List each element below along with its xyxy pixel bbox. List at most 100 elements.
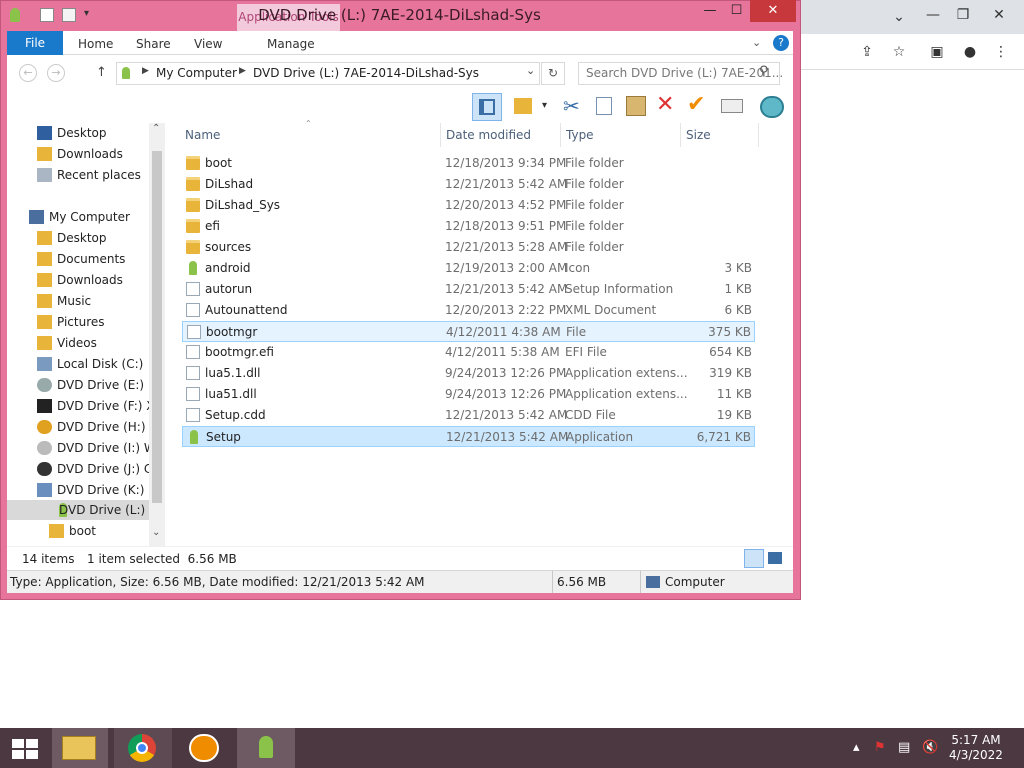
- details-text: Type: Application, Size: 6.56 MB, Date m…: [10, 575, 425, 589]
- nav-scrollbar[interactable]: ⌃ ⌄: [149, 123, 165, 546]
- sidepanel-icon[interactable]: ▣: [922, 37, 952, 67]
- tab-share[interactable]: Share: [136, 37, 171, 51]
- taskbar-android[interactable]: [237, 728, 295, 768]
- file-date: 12/20/2013 4:52 PM: [445, 198, 567, 212]
- clock[interactable]: 5:17 AM 4/3/2022: [946, 733, 1006, 763]
- menu-icon[interactable]: ⋮: [986, 37, 1016, 67]
- downloads-icon: [37, 147, 52, 161]
- ribbon-bar: [7, 31, 793, 55]
- maximize-button[interactable]: ☐: [723, 0, 750, 22]
- checkmark-icon[interactable]: ✔: [687, 92, 705, 117]
- back-button[interactable]: ←: [19, 64, 37, 82]
- action-center-icon[interactable]: ⚑: [874, 740, 886, 755]
- file-row[interactable]: autorun 12/21/2013 5:42 AM Setup Informati…: [182, 279, 755, 300]
- taskbar-media[interactable]: [177, 728, 233, 768]
- close-icon[interactable]: ✕: [984, 0, 1014, 30]
- file-row[interactable]: DiLshad 12/21/2013 5:42 AM File folder: [182, 174, 755, 195]
- scroll-thumb[interactable]: [152, 151, 162, 503]
- up-button[interactable]: ↑: [96, 65, 107, 80]
- file-name: DiLshad_Sys: [205, 198, 281, 212]
- tab-manage[interactable]: Manage: [267, 37, 315, 51]
- file-row[interactable]: lua5.1.dll 9/24/2013 12:26 PM Application …: [182, 363, 755, 384]
- file-row[interactable]: lua51.dll 9/24/2013 12:26 PM Application e…: [182, 384, 755, 405]
- computer-icon: [646, 576, 660, 588]
- minimize-button[interactable]: —: [697, 0, 723, 22]
- file-name: Setup: [206, 430, 241, 444]
- folder-options-icon[interactable]: [514, 98, 532, 114]
- tray-expand-icon[interactable]: ▴: [853, 740, 860, 755]
- file-row[interactable]: Setup 12/21/2013 5:42 AM Application 6,721 …: [182, 426, 755, 447]
- preview-pane-button[interactable]: [472, 93, 502, 121]
- column-separator[interactable]: [560, 123, 561, 147]
- file-row[interactable]: Autounattend 12/20/2013 2:22 PM XML Docume…: [182, 300, 755, 321]
- profile-icon[interactable]: ●: [955, 37, 985, 67]
- file-row[interactable]: sources 12/21/2013 5:28 AM File folder: [182, 237, 755, 258]
- minimize-icon[interactable]: —: [918, 0, 948, 30]
- col-type[interactable]: Type: [566, 128, 594, 142]
- chevron-down-icon[interactable]: ⌄: [884, 2, 914, 32]
- tab-file[interactable]: File: [7, 31, 63, 55]
- taskbar-chrome[interactable]: [114, 728, 172, 768]
- col-size[interactable]: Size: [686, 128, 711, 142]
- search-placeholder: Search DVD Drive (L:) 7AE-201...: [586, 66, 784, 80]
- scroll-down-icon[interactable]: ⌄: [152, 527, 160, 538]
- file-date: 12/19/2013 2:00 AM: [445, 261, 568, 275]
- divider: [552, 571, 553, 593]
- star-icon[interactable]: ☆: [884, 37, 914, 67]
- file-type: EFI File: [565, 345, 607, 359]
- col-date-modified[interactable]: Date modified: [446, 128, 531, 142]
- file-type: Setup Information: [565, 282, 674, 296]
- file-size: 11 KB: [716, 387, 752, 401]
- large-icons-view-button[interactable]: [768, 552, 782, 564]
- divider: [640, 571, 641, 593]
- videos-icon: [37, 336, 52, 350]
- tab-home[interactable]: Home: [78, 37, 113, 51]
- help-icon[interactable]: ?: [773, 35, 789, 51]
- restore-icon[interactable]: ❐: [948, 0, 978, 30]
- share-icon[interactable]: ⇪: [852, 37, 882, 67]
- breadcrumb-dvd-drive[interactable]: DVD Drive (L:) 7AE-2014-DiLshad-Sys: [253, 66, 479, 80]
- close-button[interactable]: ✕: [750, 0, 796, 22]
- file-row[interactable]: android 12/19/2013 2:00 AM Icon 3 KB: [182, 258, 755, 279]
- ribbon-expand-icon[interactable]: ⌄: [752, 36, 761, 49]
- file-name: DiLshad: [205, 177, 254, 191]
- nav-dvd-l[interactable]: DVD Drive (L:) 7A: [7, 500, 165, 520]
- column-separator[interactable]: [680, 123, 681, 147]
- cut-icon[interactable]: ✂: [563, 94, 580, 118]
- file-row[interactable]: Setup.cdd 12/21/2013 5:42 AM CDD File 19 KB: [182, 405, 755, 426]
- android-icon: [189, 261, 197, 275]
- file-name: Setup.cdd: [205, 408, 266, 422]
- details-view-button[interactable]: [744, 549, 764, 568]
- volume-icon[interactable]: 🔇: [922, 740, 938, 755]
- col-name[interactable]: Name: [185, 128, 220, 142]
- breadcrumb-separator-icon: ▶: [142, 66, 149, 76]
- address-dropdown-icon[interactable]: ⌄: [526, 64, 535, 77]
- file-icon: [186, 345, 200, 359]
- shell-icon[interactable]: [760, 96, 784, 118]
- breadcrumb-my-computer[interactable]: My Computer: [156, 66, 237, 80]
- paste-icon[interactable]: [626, 96, 646, 116]
- file-row[interactable]: efi 12/18/2013 9:51 PM File folder: [182, 216, 755, 237]
- file-date: 12/21/2013 5:42 AM: [445, 282, 568, 296]
- search-icon[interactable]: ⚲: [759, 64, 769, 79]
- file-row[interactable]: DiLshad_Sys 12/20/2013 4:52 PM File folder: [182, 195, 755, 216]
- tab-view[interactable]: View: [194, 37, 222, 51]
- file-row[interactable]: boot 12/18/2013 9:34 PM File folder: [182, 153, 755, 174]
- delete-icon[interactable]: ✕: [656, 92, 674, 117]
- column-separator[interactable]: [440, 123, 441, 147]
- network-icon[interactable]: ▤: [898, 740, 910, 755]
- chevron-down-icon[interactable]: ▾: [542, 100, 547, 111]
- scroll-up-icon[interactable]: ⌃: [152, 123, 160, 134]
- refresh-button[interactable]: ↻: [541, 62, 565, 85]
- taskbar-explorer[interactable]: [52, 728, 108, 768]
- copy-icon[interactable]: [596, 97, 612, 115]
- sort-ascending-icon: ⌃: [305, 119, 312, 128]
- file-type: File folder: [565, 219, 624, 233]
- item-count: 14 items: [22, 552, 75, 566]
- file-row[interactable]: bootmgr.efi 4/12/2011 5:38 AM EFI File 654 …: [182, 342, 755, 363]
- file-row[interactable]: bootmgr 4/12/2011 4:38 AM File 375 KB: [182, 321, 755, 342]
- forward-button[interactable]: →: [47, 64, 65, 82]
- start-button[interactable]: [0, 728, 56, 768]
- column-separator[interactable]: [758, 123, 759, 147]
- rename-icon[interactable]: [721, 99, 743, 113]
